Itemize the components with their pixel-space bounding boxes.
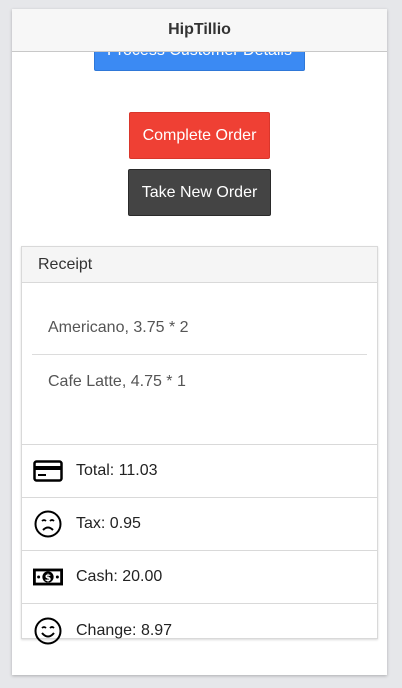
sad-face-icon	[33, 509, 63, 539]
credit-card-icon	[33, 456, 63, 486]
change-row: Change: 8.97	[22, 604, 377, 657]
svg-text:$: $	[45, 573, 52, 584]
list-item: Americano, 3.75 * 2	[32, 301, 367, 355]
receipt-card: Receipt Americano, 3.75 * 2 Cafe Latte, …	[21, 246, 378, 644]
nav-bar: HipTillio	[12, 9, 387, 52]
app-frame: HipTillio Process Customer Details Compl…	[12, 9, 387, 675]
nav-title: HipTillio	[168, 21, 231, 38]
cash-row: $ Cash: 20.00	[22, 551, 377, 604]
take-new-order-button[interactable]: Take New Order	[128, 169, 271, 216]
total-row: Total: 11.03	[22, 445, 377, 498]
list-item: Cafe Latte, 4.75 * 1	[48, 373, 186, 390]
cash-label: Cash: 20.00	[76, 568, 163, 585]
receipt-items-list: Americano, 3.75 * 2 Cafe Latte, 4.75 * 1	[22, 301, 377, 445]
total-label: Total: 11.03	[76, 462, 158, 479]
complete-order-button[interactable]: Complete Order	[129, 112, 270, 159]
receipt-header: Receipt	[22, 247, 377, 283]
tax-label: Tax: 0.95	[76, 515, 141, 532]
smile-face-icon	[33, 616, 63, 646]
tax-row: Tax: 0.95	[22, 498, 377, 551]
change-label: Change: 8.97	[76, 621, 173, 639]
cash-icon: $	[33, 562, 63, 592]
